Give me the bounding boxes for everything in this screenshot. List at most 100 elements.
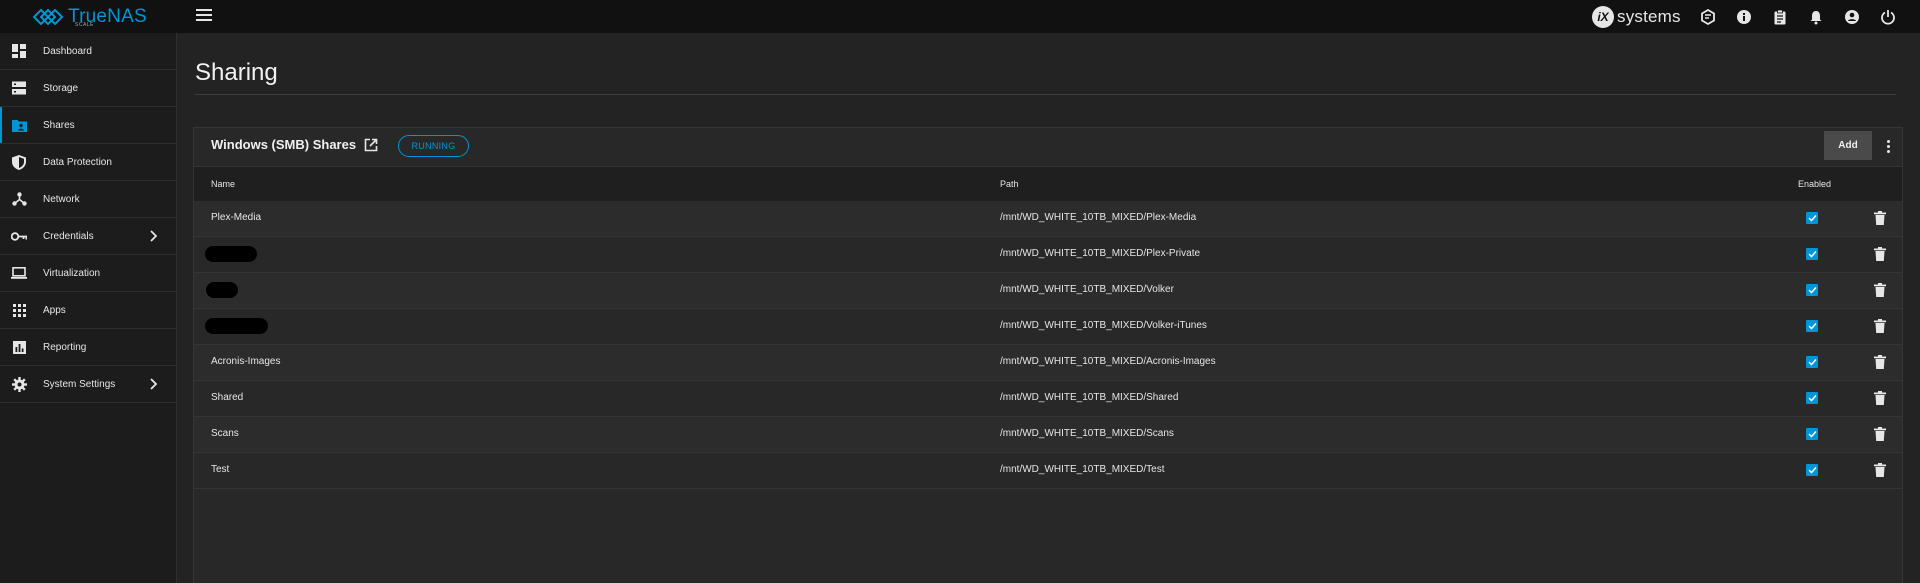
laptop-icon bbox=[11, 265, 27, 281]
delete-icon[interactable] bbox=[1874, 319, 1886, 333]
add-share-button[interactable]: Add bbox=[1824, 131, 1872, 160]
sidebar-item-label: Apps bbox=[43, 304, 66, 316]
menu-toggle-button[interactable] bbox=[196, 9, 212, 23]
main-content: Sharing Windows (SMB) Shares RUNNING Add… bbox=[177, 33, 1920, 583]
enabled-checkbox[interactable] bbox=[1806, 212, 1818, 224]
enabled-checkbox[interactable] bbox=[1806, 392, 1818, 404]
enabled-checkbox[interactable] bbox=[1806, 320, 1818, 332]
sidebar-item-label: System Settings bbox=[43, 378, 116, 390]
account-button[interactable] bbox=[1834, 6, 1870, 28]
bell-icon bbox=[1810, 11, 1822, 25]
gear-icon bbox=[11, 376, 27, 392]
column-header-path[interactable]: Path bbox=[1000, 179, 1019, 189]
info-icon bbox=[1737, 10, 1751, 24]
truenas-logo[interactable]: TrueNAS SCALE bbox=[32, 3, 147, 30]
share-path: /mnt/WD_WHITE_10TB_MIXED/Acronis-Images bbox=[1000, 356, 1216, 367]
enabled-checkbox[interactable] bbox=[1806, 356, 1818, 368]
delete-icon[interactable] bbox=[1874, 427, 1886, 441]
open-in-new-icon[interactable] bbox=[364, 138, 378, 152]
vendor-name: systems bbox=[1617, 7, 1681, 26]
card-header: Windows (SMB) Shares RUNNING Add bbox=[194, 128, 1902, 166]
check-icon bbox=[1807, 430, 1817, 438]
table-row[interactable]: Scans /mnt/WD_WHITE_10TB_MIXED/Scans bbox=[194, 417, 1902, 453]
sidebar-item-shares[interactable]: Shares bbox=[0, 107, 176, 144]
redacted-share-name bbox=[206, 282, 238, 298]
service-status-badge[interactable]: RUNNING bbox=[398, 135, 469, 157]
ix-mark: iX bbox=[1592, 6, 1614, 28]
share-path: /mnt/WD_WHITE_10TB_MIXED/Plex-Private bbox=[1000, 248, 1201, 259]
shares-table-body: Plex-Media /mnt/WD_WHITE_10TB_MIXED/Plex… bbox=[194, 201, 1902, 489]
check-icon bbox=[1807, 358, 1817, 366]
sidebar-item-label: Shares bbox=[43, 119, 75, 131]
share-name: Plex-Media bbox=[211, 212, 262, 223]
shares-icon bbox=[11, 117, 27, 133]
table-row[interactable]: Acronis-Images /mnt/WD_WHITE_10TB_MIXED/… bbox=[194, 345, 1902, 381]
table-row[interactable]: /mnt/WD_WHITE_10TB_MIXED/Volker bbox=[194, 273, 1902, 309]
table-row[interactable]: /mnt/WD_WHITE_10TB_MIXED/Volker-iTunes bbox=[194, 309, 1902, 345]
column-header-name[interactable]: Name bbox=[211, 179, 235, 189]
table-row[interactable]: Test /mnt/WD_WHITE_10TB_MIXED/Test bbox=[194, 453, 1902, 489]
account-circle-icon bbox=[1845, 10, 1859, 24]
share-path: /mnt/WD_WHITE_10TB_MIXED/Volker-iTunes bbox=[1000, 320, 1207, 331]
more-vert-icon bbox=[1886, 139, 1890, 143]
sidebar-item-label: Dashboard bbox=[43, 45, 92, 57]
table-row[interactable]: Plex-Media /mnt/WD_WHITE_10TB_MIXED/Plex… bbox=[194, 201, 1902, 237]
card-title[interactable]: Windows (SMB) Shares bbox=[211, 137, 356, 152]
sidebar-item-label: Storage bbox=[43, 82, 79, 94]
alerts-button[interactable] bbox=[1798, 6, 1834, 28]
enabled-checkbox[interactable] bbox=[1806, 284, 1818, 296]
dashboard-icon bbox=[11, 43, 27, 59]
sidebar-item-storage[interactable]: Storage bbox=[0, 70, 176, 107]
share-path: /mnt/WD_WHITE_10TB_MIXED/Plex-Media bbox=[1000, 212, 1197, 223]
power-button[interactable] bbox=[1870, 6, 1906, 28]
share-name: Scans bbox=[211, 428, 239, 439]
storage-icon bbox=[11, 80, 27, 96]
truecommand-button[interactable] bbox=[1690, 6, 1726, 28]
delete-icon[interactable] bbox=[1874, 283, 1886, 297]
sidebar-item-system-settings[interactable]: System Settings bbox=[0, 366, 176, 403]
delete-icon[interactable] bbox=[1874, 211, 1886, 225]
truenas-logo-icon bbox=[32, 8, 64, 25]
enabled-checkbox[interactable] bbox=[1806, 248, 1818, 260]
enabled-checkbox[interactable] bbox=[1806, 428, 1818, 440]
sidebar-item-virtualization[interactable]: Virtualization bbox=[0, 255, 176, 292]
clipboard-icon bbox=[1774, 9, 1786, 25]
redacted-share-name bbox=[205, 318, 268, 334]
sidebar-item-network[interactable]: Network bbox=[0, 181, 176, 218]
share-path: /mnt/WD_WHITE_10TB_MIXED/Volker bbox=[1000, 284, 1174, 295]
sidebar-item-dashboard[interactable]: Dashboard bbox=[0, 33, 176, 70]
delete-icon[interactable] bbox=[1874, 355, 1886, 369]
smb-shares-card: Windows (SMB) Shares RUNNING Add Name Pa… bbox=[193, 127, 1903, 583]
table-row[interactable]: /mnt/WD_WHITE_10TB_MIXED/Plex-Private bbox=[194, 237, 1902, 273]
column-header-enabled[interactable]: Enabled bbox=[1798, 179, 1831, 189]
redacted-share-name bbox=[205, 246, 257, 262]
share-path: /mnt/WD_WHITE_10TB_MIXED/Test bbox=[1000, 464, 1165, 475]
sidebar-item-apps[interactable]: Apps bbox=[0, 292, 176, 329]
sidebar-item-data-protection[interactable]: Data Protection bbox=[0, 144, 176, 181]
sidebar-item-credentials[interactable]: Credentials bbox=[0, 218, 176, 255]
check-icon bbox=[1807, 214, 1817, 222]
more-options-button[interactable] bbox=[1882, 137, 1894, 155]
sidebar-item-reporting[interactable]: Reporting bbox=[0, 329, 176, 366]
truecommand-icon bbox=[1701, 9, 1715, 25]
page-title: Sharing bbox=[195, 59, 278, 86]
share-name: Test bbox=[211, 464, 230, 475]
delete-icon[interactable] bbox=[1874, 247, 1886, 261]
ixsystems-logo[interactable]: iX systems bbox=[1592, 6, 1681, 28]
check-icon bbox=[1807, 250, 1817, 258]
delete-icon[interactable] bbox=[1874, 463, 1886, 477]
jobs-button[interactable] bbox=[1762, 6, 1798, 28]
brand-edition: SCALE bbox=[75, 22, 94, 28]
delete-icon[interactable] bbox=[1874, 391, 1886, 405]
info-button[interactable] bbox=[1726, 6, 1762, 28]
share-path: /mnt/WD_WHITE_10TB_MIXED/Scans bbox=[1000, 428, 1174, 439]
table-header: Name Path Enabled bbox=[194, 166, 1902, 201]
enabled-checkbox[interactable] bbox=[1806, 464, 1818, 476]
top-actions bbox=[1690, 6, 1906, 28]
apps-grid-icon bbox=[11, 302, 27, 318]
power-icon bbox=[1881, 10, 1895, 25]
sidebar-item-label: Reporting bbox=[43, 341, 87, 353]
network-icon bbox=[11, 191, 27, 207]
shield-icon bbox=[11, 154, 27, 170]
table-row[interactable]: Shared /mnt/WD_WHITE_10TB_MIXED/Shared bbox=[194, 381, 1902, 417]
